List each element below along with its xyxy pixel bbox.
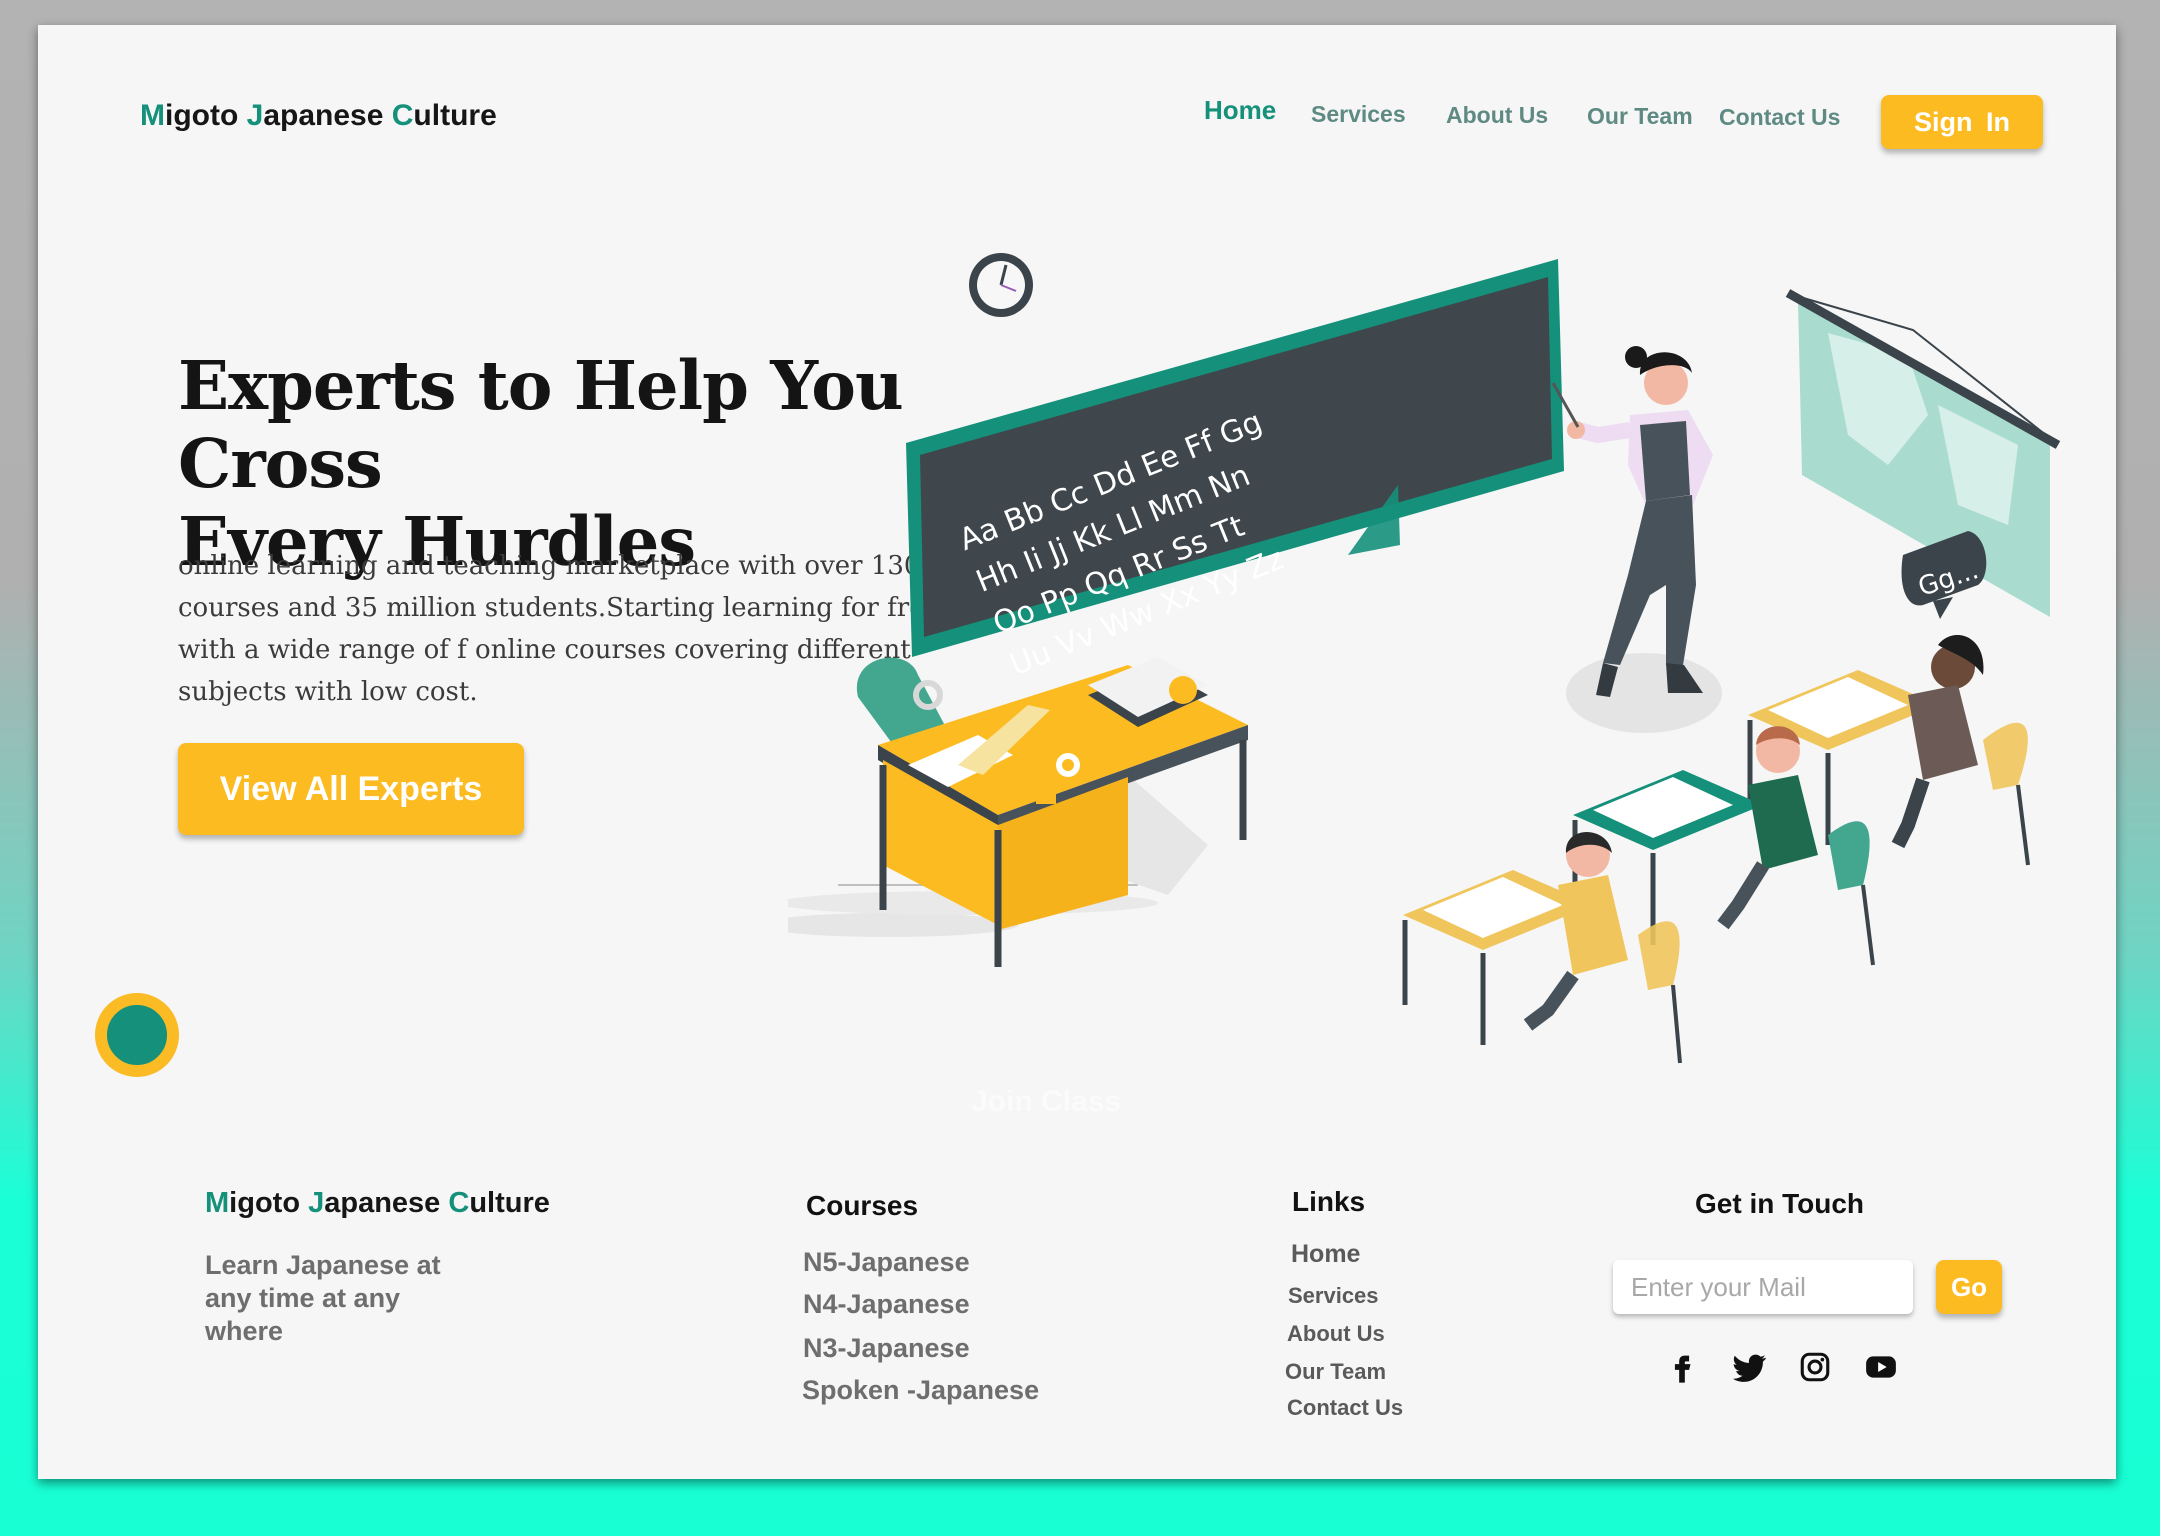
twitter-icon[interactable] xyxy=(1733,1350,1767,1384)
student-middle xyxy=(1717,726,1875,966)
nav-our-team[interactable]: Our Team xyxy=(1587,103,1693,130)
get-in-touch-heading: Get in Touch xyxy=(1695,1188,1865,1219)
links-heading: Links xyxy=(1292,1186,1366,1217)
footer-link-services[interactable]: Services xyxy=(1288,1283,1379,1309)
footer-link-about-us[interactable]: About Us xyxy=(1287,1321,1385,1347)
classroom-illustration: Aa Bb Cc Dd Ee Ff Gg Hh Ii Jj Kk Ll Mm N… xyxy=(788,253,2061,1064)
course-link-n3[interactable]: N3-Japanese xyxy=(803,1333,970,1364)
nav-home[interactable]: Home xyxy=(1204,95,1276,126)
email-input[interactable] xyxy=(1613,1260,1913,1314)
footer-brand[interactable]: Migoto Japanese Culture xyxy=(205,1187,550,1220)
courses-heading: Courses xyxy=(806,1190,919,1221)
go-button[interactable]: Go xyxy=(1936,1260,2002,1314)
footer-link-contact-us[interactable]: Contact Us xyxy=(1287,1395,1403,1421)
nav-contact-us[interactable]: Contact Us xyxy=(1719,104,1840,131)
course-link-spoken[interactable]: Spoken -Japanese xyxy=(802,1375,1039,1406)
footer-tagline: Learn Japanese at any time at any where xyxy=(205,1250,441,1346)
nav-services[interactable]: Services xyxy=(1311,101,1406,128)
student-back xyxy=(1891,635,2030,866)
instagram-icon[interactable] xyxy=(1798,1350,1832,1384)
footer-link-home[interactable]: Home xyxy=(1291,1240,1360,1269)
floating-action-dot[interactable] xyxy=(95,993,179,1077)
page-card: Migoto Japanese Culture Home Services Ab… xyxy=(38,25,2116,1479)
student-front xyxy=(1523,832,1682,1064)
course-link-n4[interactable]: N4-Japanese xyxy=(803,1289,970,1320)
speech-bubble: Gg... xyxy=(1901,531,1987,619)
course-link-n5[interactable]: N5-Japanese xyxy=(803,1247,970,1278)
chalkboard: Aa Bb Cc Dd Ee Ff Gg Hh Ii Jj Kk Ll Mm N… xyxy=(906,259,1564,683)
sign-in-button[interactable]: Sign In xyxy=(1881,95,2043,149)
facebook-icon[interactable] xyxy=(1665,1350,1699,1384)
view-all-experts-button[interactable]: View All Experts xyxy=(178,743,524,835)
brand-logo[interactable]: Migoto Japanese Culture xyxy=(140,99,497,133)
join-class-label[interactable]: Join Class xyxy=(971,1085,1121,1119)
footer-link-our-team[interactable]: Our Team xyxy=(1285,1359,1386,1385)
nav-about-us[interactable]: About Us xyxy=(1446,102,1548,129)
clock-icon xyxy=(969,253,1033,317)
teacher-figure xyxy=(1551,346,1722,733)
youtube-icon[interactable] xyxy=(1864,1350,1898,1384)
